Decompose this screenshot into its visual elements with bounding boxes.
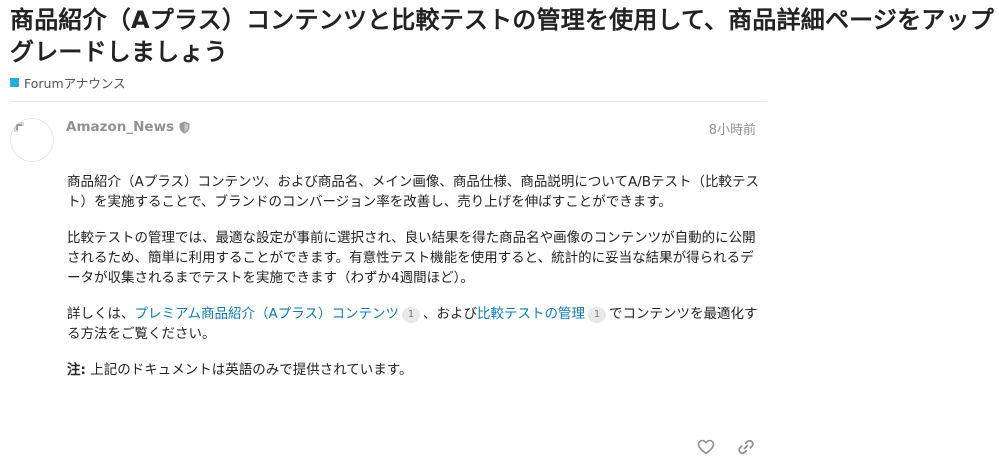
post-author[interactable]: Amazon_News xyxy=(66,119,190,135)
post-body: 商品紹介（Aプラス）コンテンツ、および商品名、メイン画像、商品仕様、商品説明につ… xyxy=(67,172,767,396)
topic-page: 商品紹介（Aプラス）コンテンツと比較テストの管理を使用して、商品詳細ページをアッ… xyxy=(0,0,999,471)
post-paragraph-management: 比較テストの管理では、最適な設定が事前に選択され、良い結果を得た商品名や画像のコ… xyxy=(67,230,756,286)
note-label: 注: xyxy=(67,362,86,378)
category-badge[interactable]: Forumアナウンス xyxy=(10,73,126,92)
post-paragraph-note: 注: 上記のドキュメントは英語のみで提供されています。 xyxy=(67,360,767,380)
manage-experiments-click-count: 1 xyxy=(588,307,607,323)
broken-image-icon[interactable] xyxy=(10,118,54,162)
category-color-swatch xyxy=(10,78,19,87)
premium-aplus-click-count: 1 xyxy=(402,307,421,323)
note-text: 上記のドキュメントは英語のみで提供されています。 xyxy=(85,362,413,378)
title-divider xyxy=(10,101,767,102)
links-prefix: 詳しくは、 xyxy=(67,306,135,322)
links-middle: 、および xyxy=(423,306,478,322)
category-label: Forumアナウンス xyxy=(24,76,126,91)
topic-title[interactable]: 商品紹介（Aプラス）コンテンツと比較テストの管理を使用して、商品詳細ページをアッ… xyxy=(10,4,995,68)
post-paragraph-intro: 商品紹介（Aプラス）コンテンツ、および商品名、メイン画像、商品仕様、商品説明につ… xyxy=(67,174,760,210)
post-date[interactable]: 8小時前 xyxy=(680,119,756,138)
premium-aplus-link[interactable]: プレミアム商品紹介（Aプラス）コンテンツ xyxy=(135,306,400,322)
heart-icon[interactable] xyxy=(694,435,718,459)
post-paragraph-links: 詳しくは、プレミアム商品紹介（Aプラス）コンテンツ 1 、および比較テストの管理 1 で… xyxy=(67,304,767,344)
post-actions xyxy=(694,435,774,459)
author-name: Amazon_News xyxy=(66,119,175,135)
shield-icon xyxy=(179,121,190,134)
manage-experiments-link[interactable]: 比較テストの管理 xyxy=(477,306,585,322)
link-icon[interactable] xyxy=(734,435,758,459)
